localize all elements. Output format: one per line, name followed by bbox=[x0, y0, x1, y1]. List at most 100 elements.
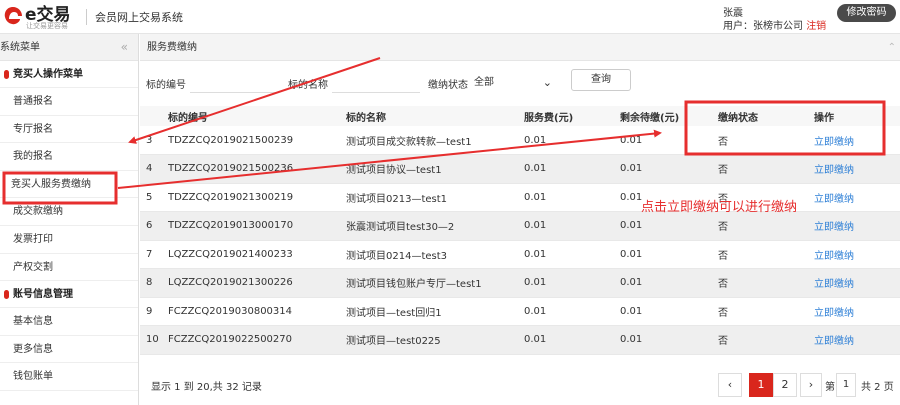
action-cell: 立即缴纳 bbox=[814, 325, 900, 355]
col-header-name: 标的名称 bbox=[346, 112, 386, 124]
status-filter-select[interactable]: 全部 ⌄ bbox=[474, 73, 558, 93]
sidebar-item-more-info[interactable]: 更多信息 bbox=[0, 336, 138, 364]
sidebar-item-service-fee[interactable]: 竞买人服务费缴纳 bbox=[0, 171, 138, 199]
sidebar-group-account[interactable]: 账号信息管理 bbox=[0, 281, 138, 309]
row-fee: 0.01 bbox=[524, 268, 620, 298]
row-id: FCZZCQ2019022500270 bbox=[168, 325, 346, 355]
next-page-button[interactable]: › bbox=[800, 373, 822, 397]
sidebar-group-label: 竞买人操作菜单 bbox=[13, 69, 83, 80]
sidebar-item-basic-info[interactable]: 基本信息 bbox=[0, 308, 138, 336]
annotation-note: 点击立即缴纳可以进行缴纳 bbox=[641, 200, 798, 215]
pay-now-link[interactable]: 立即缴纳 bbox=[814, 336, 854, 347]
row-name: 测试项目钱包账户专厅—test1 bbox=[346, 268, 524, 298]
row-name: 测试项目协议—test1 bbox=[346, 154, 524, 184]
table-row: 6 TDZZCQ2019013000170 张震测试项目test30—2 0.01 0.… bbox=[140, 211, 900, 241]
sidebar-item-deal-payment[interactable]: 成交款缴纳 bbox=[0, 198, 138, 226]
id-filter-label: 标的编号 bbox=[146, 80, 186, 91]
row-name: 张震测试项目test30—2 bbox=[346, 211, 524, 241]
logo: e交易 让交易更容易 bbox=[2, 2, 84, 32]
sidebar-item-wallet-bill[interactable]: 钱包账单 bbox=[0, 363, 138, 391]
row-remaining: 0.01 bbox=[620, 154, 718, 184]
pay-now-link[interactable]: 立即缴纳 bbox=[814, 279, 854, 290]
row-index: 4 bbox=[140, 154, 168, 184]
row-id: FCZZCQ2019030800314 bbox=[168, 297, 346, 326]
row-status: 否 bbox=[718, 354, 814, 358]
row-id: FCZZCQ2019013100179 bbox=[168, 354, 346, 358]
row-id: TDZZCQ2019013000170 bbox=[168, 211, 346, 241]
row-fee: 0.01 bbox=[524, 297, 620, 326]
row-fee: 0.01 bbox=[524, 154, 620, 184]
row-status: 否 bbox=[718, 211, 814, 241]
pagination-bar: 显示 1 到 20,共 32 记录 ‹ 1 2 › 第 1 共 2 页 bbox=[140, 368, 900, 405]
table-row: 7 LQZZCQ2019021400233 测试项目0214—test3 0.01 0.… bbox=[140, 240, 900, 269]
sidebar-item-property-transfer[interactable]: 产权交割 bbox=[0, 254, 138, 282]
name-filter-label: 标的名称 bbox=[288, 80, 328, 91]
change-password-button[interactable]: 修改密码 bbox=[837, 4, 896, 22]
sidebar: 系统菜单 « 竞买人操作菜单 普通报名 专厅报名 我的报名 竞买人服务费缴纳 成… bbox=[0, 34, 139, 405]
goto-page-input[interactable]: 1 bbox=[836, 373, 856, 397]
action-cell: 立即缴纳 bbox=[814, 211, 900, 241]
collapse-sidebar-icon[interactable]: « bbox=[121, 34, 128, 61]
action-cell: 立即缴纳 bbox=[814, 240, 900, 269]
table-row: 3 TDZZCQ2019021500239 测试项目成交款转款—test1 0.01 0… bbox=[140, 126, 900, 155]
sidebar-item-normal-signup[interactable]: 普通报名 bbox=[0, 88, 138, 116]
row-fee: 0.01 bbox=[524, 211, 620, 241]
row-name: 测试项目0214—test3 bbox=[346, 240, 524, 269]
sidebar-item-my-signups[interactable]: 我的报名 bbox=[0, 143, 138, 171]
sidebar-title: 系统菜单 bbox=[0, 42, 40, 53]
table-row: 9 FCZZCQ2019030800314 测试项目—test回归1 0.01 0.01… bbox=[140, 297, 900, 326]
status-filter-label: 缴纳状态 bbox=[428, 80, 468, 91]
row-remaining: 0.01 bbox=[620, 325, 718, 355]
sidebar-item-hall-signup[interactable]: 专厅报名 bbox=[0, 116, 138, 144]
col-header-remaining: 剩余待缴(元) bbox=[620, 112, 680, 124]
page-2-button[interactable]: 2 bbox=[773, 373, 797, 397]
action-cell: 立即缴纳 bbox=[814, 297, 900, 326]
row-fee: 0.01 bbox=[524, 126, 620, 155]
row-id: LQZZCQ2019021300226 bbox=[168, 268, 346, 298]
pay-now-link[interactable]: 立即缴纳 bbox=[814, 137, 854, 148]
row-index: 8 bbox=[140, 268, 168, 298]
row-index: 3 bbox=[140, 126, 168, 155]
table-row: 4 TDZZCQ2019021500236 测试项目协议—test1 0.01 0.01… bbox=[140, 154, 900, 184]
page-1-button[interactable]: 1 bbox=[749, 373, 773, 397]
collapse-up-icon[interactable]: ⌃ bbox=[888, 34, 896, 61]
pay-now-link[interactable]: 立即缴纳 bbox=[814, 308, 854, 319]
pay-now-link[interactable]: 立即缴纳 bbox=[814, 194, 854, 205]
sidebar-item-invoice-print[interactable]: 发票打印 bbox=[0, 226, 138, 254]
id-filter-input[interactable] bbox=[190, 73, 278, 93]
status-filter-value: 全部 bbox=[474, 77, 494, 88]
prev-page-button[interactable]: ‹ bbox=[718, 373, 742, 397]
row-index: 9 bbox=[140, 297, 168, 326]
row-status: 否 bbox=[718, 297, 814, 326]
row-remaining: 0.01 bbox=[620, 297, 718, 326]
row-name: 测试项目成交款转款—test1 bbox=[346, 126, 524, 155]
row-name: 张震测试项目test31—2 bbox=[346, 354, 524, 358]
query-button[interactable]: 查询 bbox=[571, 69, 631, 91]
pay-now-link[interactable]: 立即缴纳 bbox=[814, 222, 854, 233]
col-header-action: 操作 bbox=[814, 112, 834, 124]
logo-slogan: 让交易更容易 bbox=[26, 22, 68, 30]
chevron-down-icon: ⌄ bbox=[542, 76, 552, 89]
action-cell: 立即缴纳 bbox=[814, 354, 900, 358]
pay-now-link[interactable]: 立即缴纳 bbox=[814, 165, 854, 176]
name-filter-input[interactable] bbox=[332, 73, 420, 93]
page-title: 服务费缴纳 bbox=[147, 42, 197, 53]
row-id: TDZZCQ2019021500239 bbox=[168, 126, 346, 155]
row-id: TDZZCQ2019021300219 bbox=[168, 183, 346, 212]
logout-link[interactable]: 注销 bbox=[806, 21, 826, 32]
col-header-id: 标的编号 bbox=[168, 112, 208, 124]
group-marker-icon bbox=[4, 290, 9, 300]
row-index: 5 bbox=[140, 183, 168, 212]
pay-now-link[interactable]: 立即缴纳 bbox=[814, 251, 854, 262]
table-row: 11FCZZCQ2019013100179张震测试项目test31—20.010… bbox=[140, 354, 900, 358]
user-company: 张榜市公司 bbox=[753, 21, 803, 32]
row-index: 7 bbox=[140, 240, 168, 269]
row-remaining: 0.01 bbox=[620, 354, 718, 358]
filter-bar: 标的编号 标的名称 缴纳状态 全部 ⌄ bbox=[140, 68, 900, 96]
row-fee: 0.01 bbox=[524, 183, 620, 212]
row-status: 否 bbox=[718, 268, 814, 298]
sidebar-group-bidder[interactable]: 竞买人操作菜单 bbox=[0, 61, 138, 88]
row-name: 测试项目—test0225 bbox=[346, 325, 524, 355]
table-row: 10 FCZZCQ2019022500270 测试项目—test0225 0.01 0.… bbox=[140, 325, 900, 355]
top-header: e交易 让交易更容易 会员网上交易系统 张震 用户：张榜市公司 注销 修改密码 bbox=[0, 0, 900, 34]
